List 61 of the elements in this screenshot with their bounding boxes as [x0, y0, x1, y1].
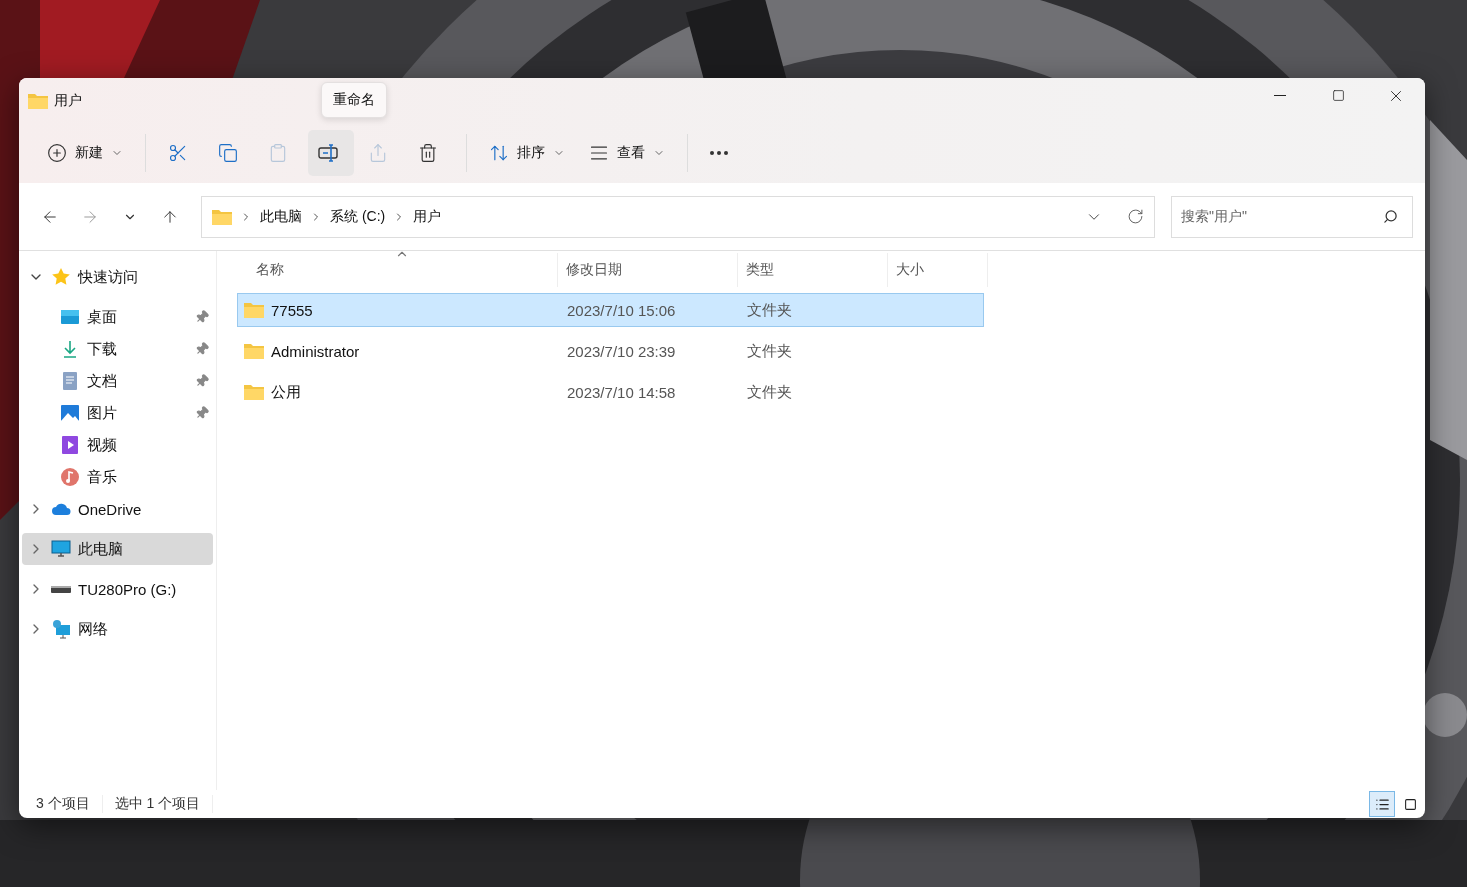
view-button[interactable]: 查看 [579, 130, 675, 176]
file-name: Administrator [271, 342, 360, 360]
tooltip: 重命名 [321, 82, 387, 118]
file-type: 文件夹 [747, 382, 792, 402]
column-header[interactable]: 大小 [888, 253, 988, 287]
file-name: 77555 [271, 301, 313, 319]
folder-icon [28, 92, 48, 109]
column-header[interactable]: 修改日期 [558, 253, 738, 287]
new-button[interactable]: 新建 [37, 130, 133, 176]
search-icon [1383, 209, 1398, 224]
video-icon [60, 435, 80, 455]
file-row[interactable]: 公用 2023/7/10 14:58 文件夹 [237, 375, 984, 409]
minimize-icon [1274, 95, 1286, 96]
search-field[interactable]: 搜索"用户" [1171, 195, 1413, 238]
sort-button[interactable]: 排序 [479, 130, 575, 176]
sidebar-item[interactable]: 网络 [22, 613, 213, 645]
music-icon [60, 467, 80, 487]
selection-count: 选中 1 个项目 [114, 795, 214, 813]
address-bar[interactable]: 此电脑 系统 (C:) 用户 [201, 195, 1155, 238]
list-icon [1374, 796, 1390, 812]
modified-date: 2023/7/10 15:06 [567, 301, 676, 319]
network-icon [51, 619, 71, 639]
details-view-button[interactable] [1369, 791, 1395, 817]
sidebar-item[interactable]: 视频 [22, 429, 213, 461]
tile-icon [1403, 797, 1417, 811]
sidebar-item[interactable]: 文档 [22, 365, 213, 397]
sidebar-item[interactable]: 桌面 [22, 301, 213, 333]
computer-icon [51, 539, 71, 559]
maximize-icon [1331, 89, 1345, 102]
sidebar-item[interactable]: 快速访问 [22, 261, 213, 293]
image-icon [60, 403, 80, 423]
item-count: 3 个项目 [36, 795, 103, 813]
desktop-icon [60, 307, 80, 327]
sidebar-item[interactable]: 此电脑 [22, 533, 213, 565]
breadcrumb[interactable]: 此电脑 [260, 207, 302, 226]
file-type: 文件夹 [747, 300, 792, 320]
modified-date: 2023/7/10 23:39 [567, 342, 676, 360]
refresh-icon[interactable] [1127, 208, 1144, 225]
window-title: 用户 [54, 91, 82, 110]
file-row[interactable]: 77555 2023/7/10 15:06 文件夹 [237, 293, 984, 327]
star-icon [51, 267, 71, 287]
column-header[interactable]: 名称 [237, 253, 558, 287]
folder-icon [212, 208, 232, 225]
folder-icon [244, 302, 264, 318]
document-icon [60, 371, 80, 391]
folder-icon [244, 343, 264, 359]
rename-button[interactable] [308, 130, 354, 176]
breadcrumb[interactable]: 系统 (C:) [330, 207, 386, 226]
sidebar-item[interactable]: TU280Pro (G:) [22, 573, 213, 605]
column-header[interactable]: 类型 [738, 253, 888, 287]
sidebar-item[interactable]: 音乐 [22, 461, 213, 493]
drive-icon [51, 585, 71, 593]
breadcrumb[interactable]: 用户 [413, 207, 442, 226]
sidebar-item[interactable]: 下载 [22, 333, 213, 365]
sidebar-item[interactable]: 图片 [22, 397, 213, 429]
modified-date: 2023/7/10 14:58 [567, 383, 676, 401]
folder-icon [244, 384, 264, 400]
sidebar-item[interactable]: OneDrive [22, 493, 213, 525]
file-row[interactable]: Administrator 2023/7/10 23:39 文件夹 [237, 334, 984, 368]
file-name: 公用 [271, 382, 301, 402]
file-type: 文件夹 [747, 341, 792, 361]
